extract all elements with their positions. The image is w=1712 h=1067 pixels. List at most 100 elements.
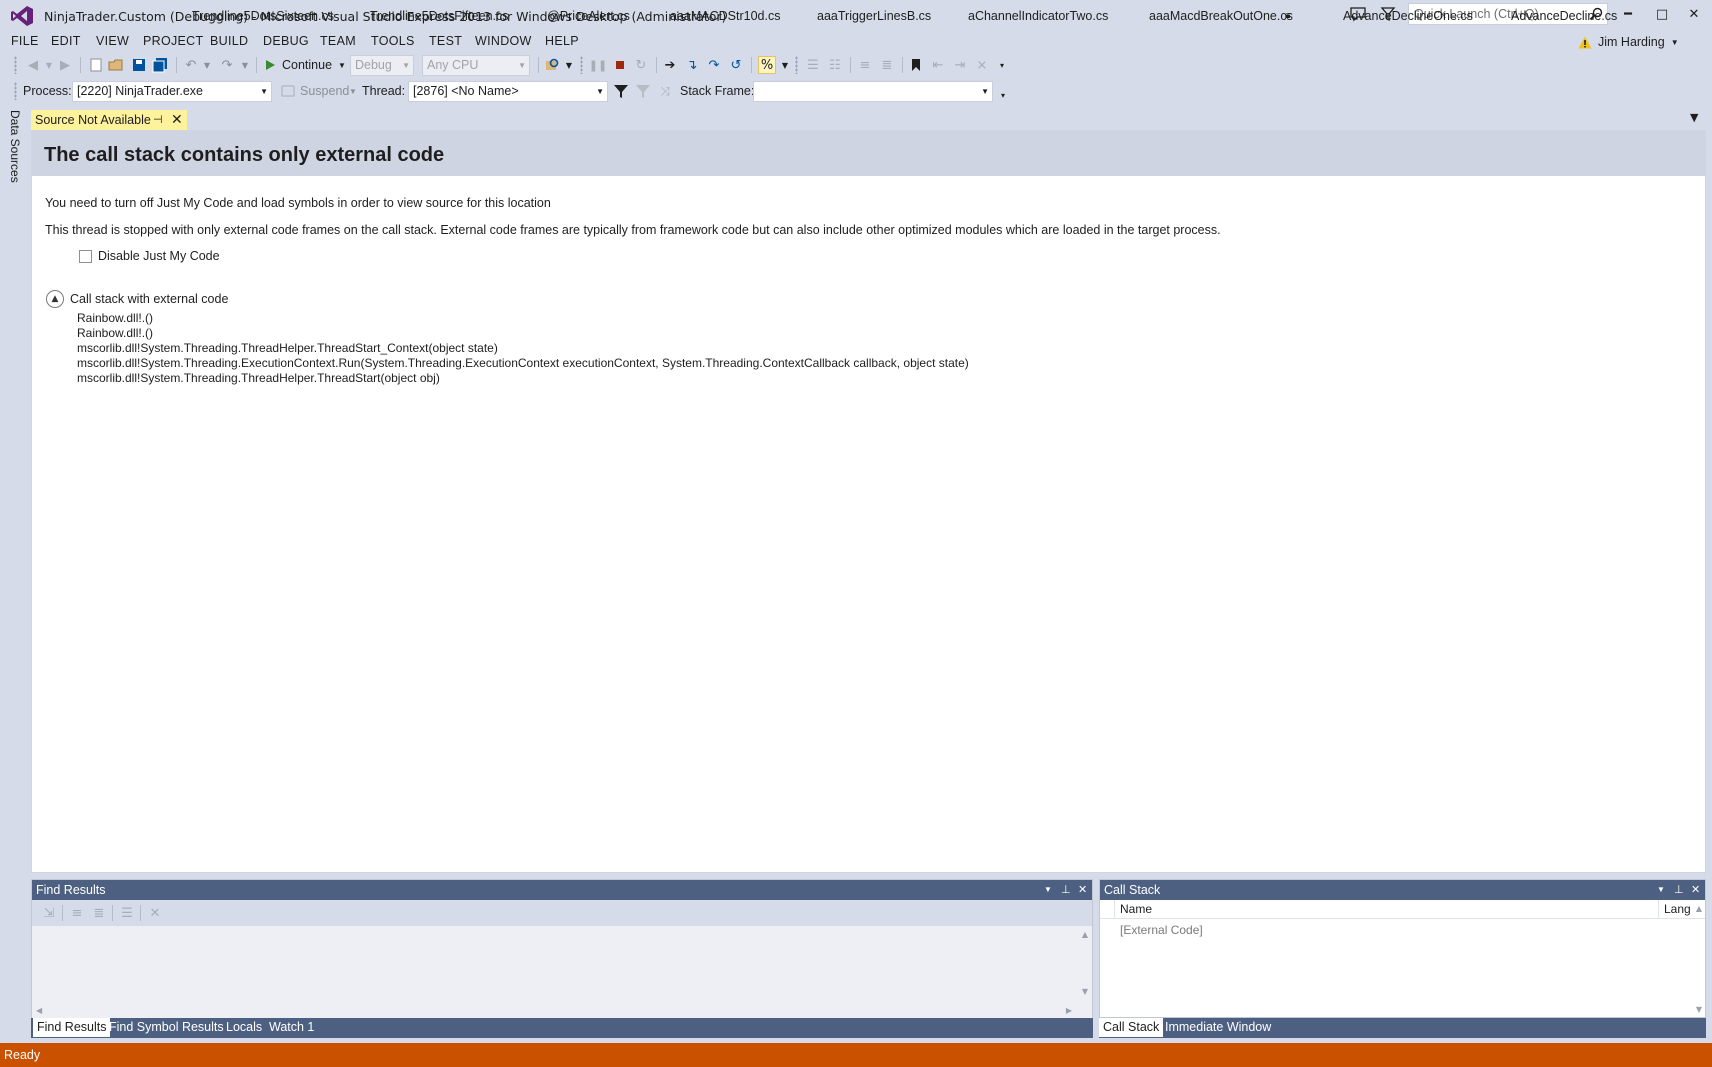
pin-icon[interactable]: ⊥ [1061,880,1071,900]
new-project-icon[interactable] [87,56,105,74]
find-results-body[interactable] [32,926,1092,1019]
minimize-button[interactable]: ━ [1614,4,1642,24]
menu-debug[interactable]: DEBUG [263,34,309,48]
close-icon[interactable]: ✕ [1078,880,1087,900]
menu-build[interactable]: BUILD [210,34,248,48]
tab-find-symbol-results[interactable]: Find Symbol Results [105,1018,228,1037]
next-location-icon[interactable]: ≣ [90,904,108,922]
tab-document[interactable]: Trendline5DotsSixteen.cs [192,6,334,26]
tab-source-not-available[interactable]: Source Not Available ⊣ ✕ [31,110,187,130]
tab-document[interactable]: aChannelIndicatorTwo.cs [968,6,1108,26]
column-name[interactable]: Name [1120,902,1152,916]
pause-icon[interactable]: ❚❚ [589,56,607,74]
redo-icon[interactable]: ↷ [218,56,236,74]
tab-watch-1[interactable]: Watch 1 [265,1018,318,1037]
chevron-down-icon[interactable]: ▼ [198,56,216,74]
chevron-down-icon[interactable]: ▼ [236,56,254,74]
tab-document[interactable]: aaaMACDStr10d.cs [670,6,780,26]
solution-config-select[interactable]: Debug ▼ [350,55,414,76]
next-bookmark-icon[interactable]: ⇥ [951,56,969,74]
suspend-icon[interactable] [279,82,297,100]
pin-icon[interactable]: ⊣ [153,113,163,126]
menu-test[interactable]: TEST [429,34,462,48]
save-all-icon[interactable] [151,56,169,74]
column-divider[interactable] [1658,900,1659,919]
table-row[interactable]: [External Code] [1120,923,1203,937]
open-file-icon[interactable] [107,56,125,74]
flag-filter-icon[interactable] [612,82,630,100]
uncomment-icon[interactable]: ☷ [826,56,844,74]
tab-document[interactable]: AdvanceDeclineOne.cs [1343,6,1473,26]
scroll-down-icon[interactable]: ▼ [1696,1005,1702,1014]
stop-find-icon[interactable]: ✕ [146,904,164,922]
menu-tools[interactable]: TOOLS [371,34,415,48]
thread-select[interactable]: [2876] <No Name> ▼ [408,81,608,102]
chevron-down-icon[interactable]: ▼ [560,56,578,74]
hex-display-icon[interactable]: % [758,56,776,74]
tab-overflow-icon[interactable]: ▼ [1690,111,1698,124]
step-over-icon[interactable]: ↷ [705,56,723,74]
tab-call-stack[interactable]: Call Stack [1099,1018,1164,1037]
clear-bookmarks-icon[interactable]: ⨯ [973,56,991,74]
toolbar-grip[interactable] [14,82,17,100]
step-into-icon[interactable]: ↴ [683,56,701,74]
forward-nav-icon[interactable]: ▶ [56,56,74,74]
menu-file[interactable]: FILE [11,34,39,48]
chevron-down-icon[interactable]: ▼ [1044,880,1052,900]
close-icon[interactable]: ✕ [1691,880,1700,900]
find-in-files-icon[interactable] [543,56,561,74]
column-language[interactable]: Lang [1664,902,1691,916]
close-icon[interactable]: ✕ [171,111,183,128]
restart-icon[interactable]: ↻ [632,56,650,74]
chevron-down-icon[interactable]: ▼ [776,56,794,74]
data-sources-tab[interactable]: Data Sources [8,110,22,183]
toggle-external-code-icon[interactable]: ⤨ [656,82,674,100]
go-to-location-icon[interactable]: ⇲ [40,904,58,922]
suspend-label[interactable]: Suspend [300,84,349,98]
increase-indent-icon[interactable]: ≣ [878,56,896,74]
save-icon[interactable] [130,56,148,74]
show-next-statement-icon[interactable]: ➔ [661,56,679,74]
disable-just-my-code-checkbox[interactable] [79,250,92,263]
scroll-right-icon[interactable]: ▶ [1066,1006,1072,1015]
clear-all-icon[interactable]: ☰ [118,904,136,922]
menu-window[interactable]: WINDOW [475,34,532,48]
continue-button[interactable]: Continue ▼ [264,55,346,75]
tab-document[interactable]: @PriceAlert.cs [547,6,630,26]
solution-platform-select[interactable]: Any CPU ▼ [422,55,530,76]
flag-toggle-icon[interactable] [634,82,652,100]
chevron-down-icon[interactable]: ▼ [349,87,357,96]
tab-document[interactable]: AdvanceDecline.cs [1511,6,1617,26]
chevron-down-icon[interactable]: ▼ [1657,880,1665,900]
scroll-down-icon[interactable]: ▼ [1082,987,1088,996]
user-account[interactable]: Jim Harding ▼ [1578,33,1679,51]
toolbar-grip[interactable] [795,56,798,74]
toolbar-grip[interactable] [580,56,583,74]
bookmark-icon[interactable] [907,56,925,74]
close-window-button[interactable]: ✕ [1680,4,1708,24]
toolbar-overflow-icon[interactable]: ▾ [994,86,1012,104]
menu-help[interactable]: HELP [545,34,579,48]
menu-edit[interactable]: EDIT [51,34,81,48]
stack-frame-select[interactable]: ▼ [753,81,993,102]
step-out-icon[interactable]: ↺ [727,56,745,74]
menu-view[interactable]: VIEW [96,34,129,48]
tab-locals[interactable]: Locals [222,1018,266,1037]
tab-find-results[interactable]: Find Results [33,1018,111,1037]
scroll-left-icon[interactable]: ◀ [36,1006,42,1015]
menu-team[interactable]: TEAM [320,34,356,48]
stop-icon[interactable] [611,56,629,74]
pin-icon[interactable]: ⊥ [1674,880,1684,900]
menu-project[interactable]: PROJECT [143,34,203,48]
process-select[interactable]: [2220] NinjaTrader.exe ▼ [72,81,272,102]
prev-location-icon[interactable]: ≡ [68,904,86,922]
collapse-icon[interactable]: ▲ [46,290,64,308]
tab-document[interactable]: aaaTriggerLinesB.cs [817,6,931,26]
prev-bookmark-icon[interactable]: ⇤ [929,56,947,74]
maximize-button[interactable]: □ [1648,4,1676,24]
tab-document[interactable]: aaaMacdBreakOutOne.cs [1149,6,1293,26]
scroll-up-icon[interactable]: ▲ [1082,930,1088,939]
tab-immediate-window[interactable]: Immediate Window [1161,1018,1275,1037]
toolbar-overflow-icon[interactable]: ▾ [993,56,1011,74]
comment-icon[interactable]: ☰ [804,56,822,74]
